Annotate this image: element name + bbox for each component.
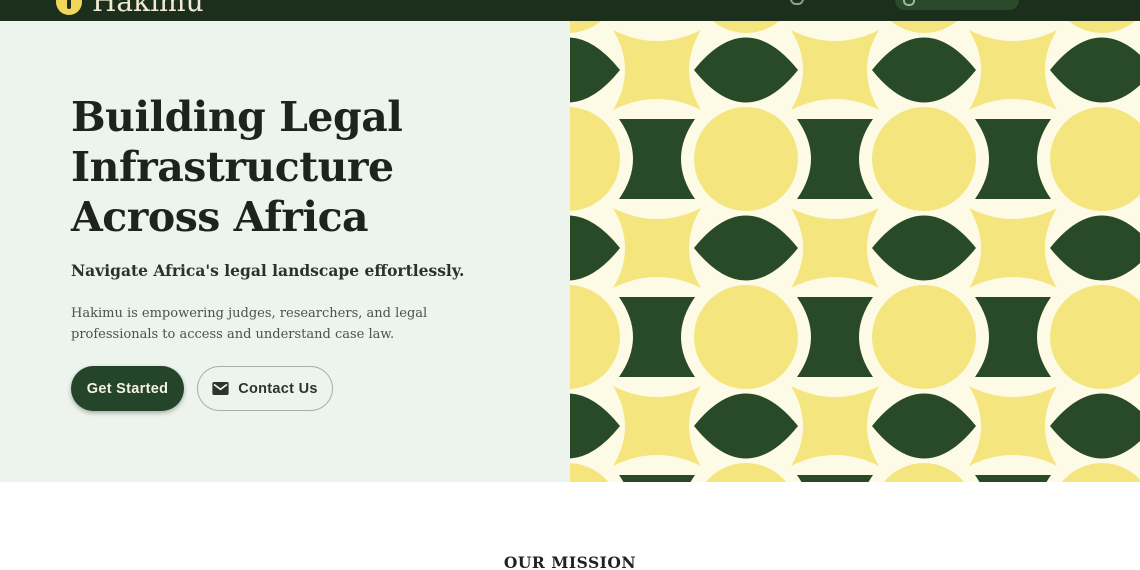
pattern-circle: [570, 463, 609, 482]
mail-icon: [212, 382, 229, 395]
contact-us-button[interactable]: Contact Us: [197, 366, 333, 411]
pattern-circle: [883, 463, 965, 482]
pattern-lens: [1050, 393, 1140, 459]
pattern-lens: [570, 37, 620, 103]
geometric-pattern: [570, 21, 1140, 482]
pattern-lens: [570, 393, 620, 459]
pattern-circle: [872, 285, 976, 389]
pattern-circle: [1068, 21, 1136, 33]
pattern-star: [791, 386, 879, 466]
pattern-circle: [872, 107, 976, 211]
pattern-bowtie: [619, 475, 695, 482]
pattern-lens: [694, 37, 798, 103]
get-started-button[interactable]: Get Started: [71, 366, 184, 411]
pattern-bowtie: [975, 297, 1051, 377]
pattern-bowtie: [797, 119, 873, 199]
hero-content: Building Legal Infrastructure Across Afr…: [0, 21, 570, 482]
pattern-star: [969, 208, 1057, 288]
pattern-star: [791, 208, 879, 288]
hero-description: Hakimu is empowering judges, researchers…: [71, 306, 428, 342]
pattern-circle: [694, 285, 798, 389]
pattern-bowtie: [975, 475, 1051, 482]
pattern-star: [613, 208, 701, 288]
pattern-lens: [1050, 37, 1140, 103]
nav-icon[interactable]: [790, 0, 804, 5]
pattern-circle: [570, 21, 602, 33]
brand-logo[interactable]: Hakimu: [56, 0, 204, 16]
pattern-circle: [1061, 463, 1140, 482]
brand-name: Hakimu: [92, 0, 204, 18]
pattern-circle: [694, 107, 798, 211]
logo-icon: [56, 0, 82, 15]
nav-action-button[interactable]: [895, 0, 1019, 10]
hero-pattern-image: [570, 21, 1140, 482]
pattern-lens: [694, 393, 798, 459]
pattern-star: [613, 386, 701, 466]
pattern-bowtie: [619, 119, 695, 199]
pattern-bowtie: [619, 297, 695, 377]
pattern-star: [969, 30, 1057, 110]
pattern-circle: [890, 21, 958, 33]
pattern-star: [969, 386, 1057, 466]
pattern-bowtie: [797, 297, 873, 377]
contact-us-label: Contact Us: [238, 380, 318, 397]
pattern-bowtie: [975, 119, 1051, 199]
pattern-circle: [712, 21, 780, 33]
pattern-circle: [570, 285, 620, 389]
pattern-lens: [570, 215, 620, 281]
pattern-bowtie: [797, 475, 873, 482]
pattern-star: [791, 30, 879, 110]
pattern-lens: [872, 215, 976, 281]
pattern-lens: [1050, 215, 1140, 281]
top-navigation-bar: Hakimu: [0, 0, 1140, 21]
pattern-circle: [705, 463, 787, 482]
mission-heading: OUR MISSION: [503, 553, 637, 570]
pattern-lens: [694, 215, 798, 281]
hero-title: Building Legal Infrastructure Across Afr…: [71, 93, 403, 241]
pattern-circle: [570, 107, 620, 211]
hero-subtitle: Navigate Africa's legal landscape effort…: [71, 261, 465, 280]
pattern-lens: [872, 393, 976, 459]
pattern-circle: [1050, 285, 1140, 389]
pattern-circle: [1050, 107, 1140, 211]
pattern-star: [613, 30, 701, 110]
pattern-lens: [872, 37, 976, 103]
